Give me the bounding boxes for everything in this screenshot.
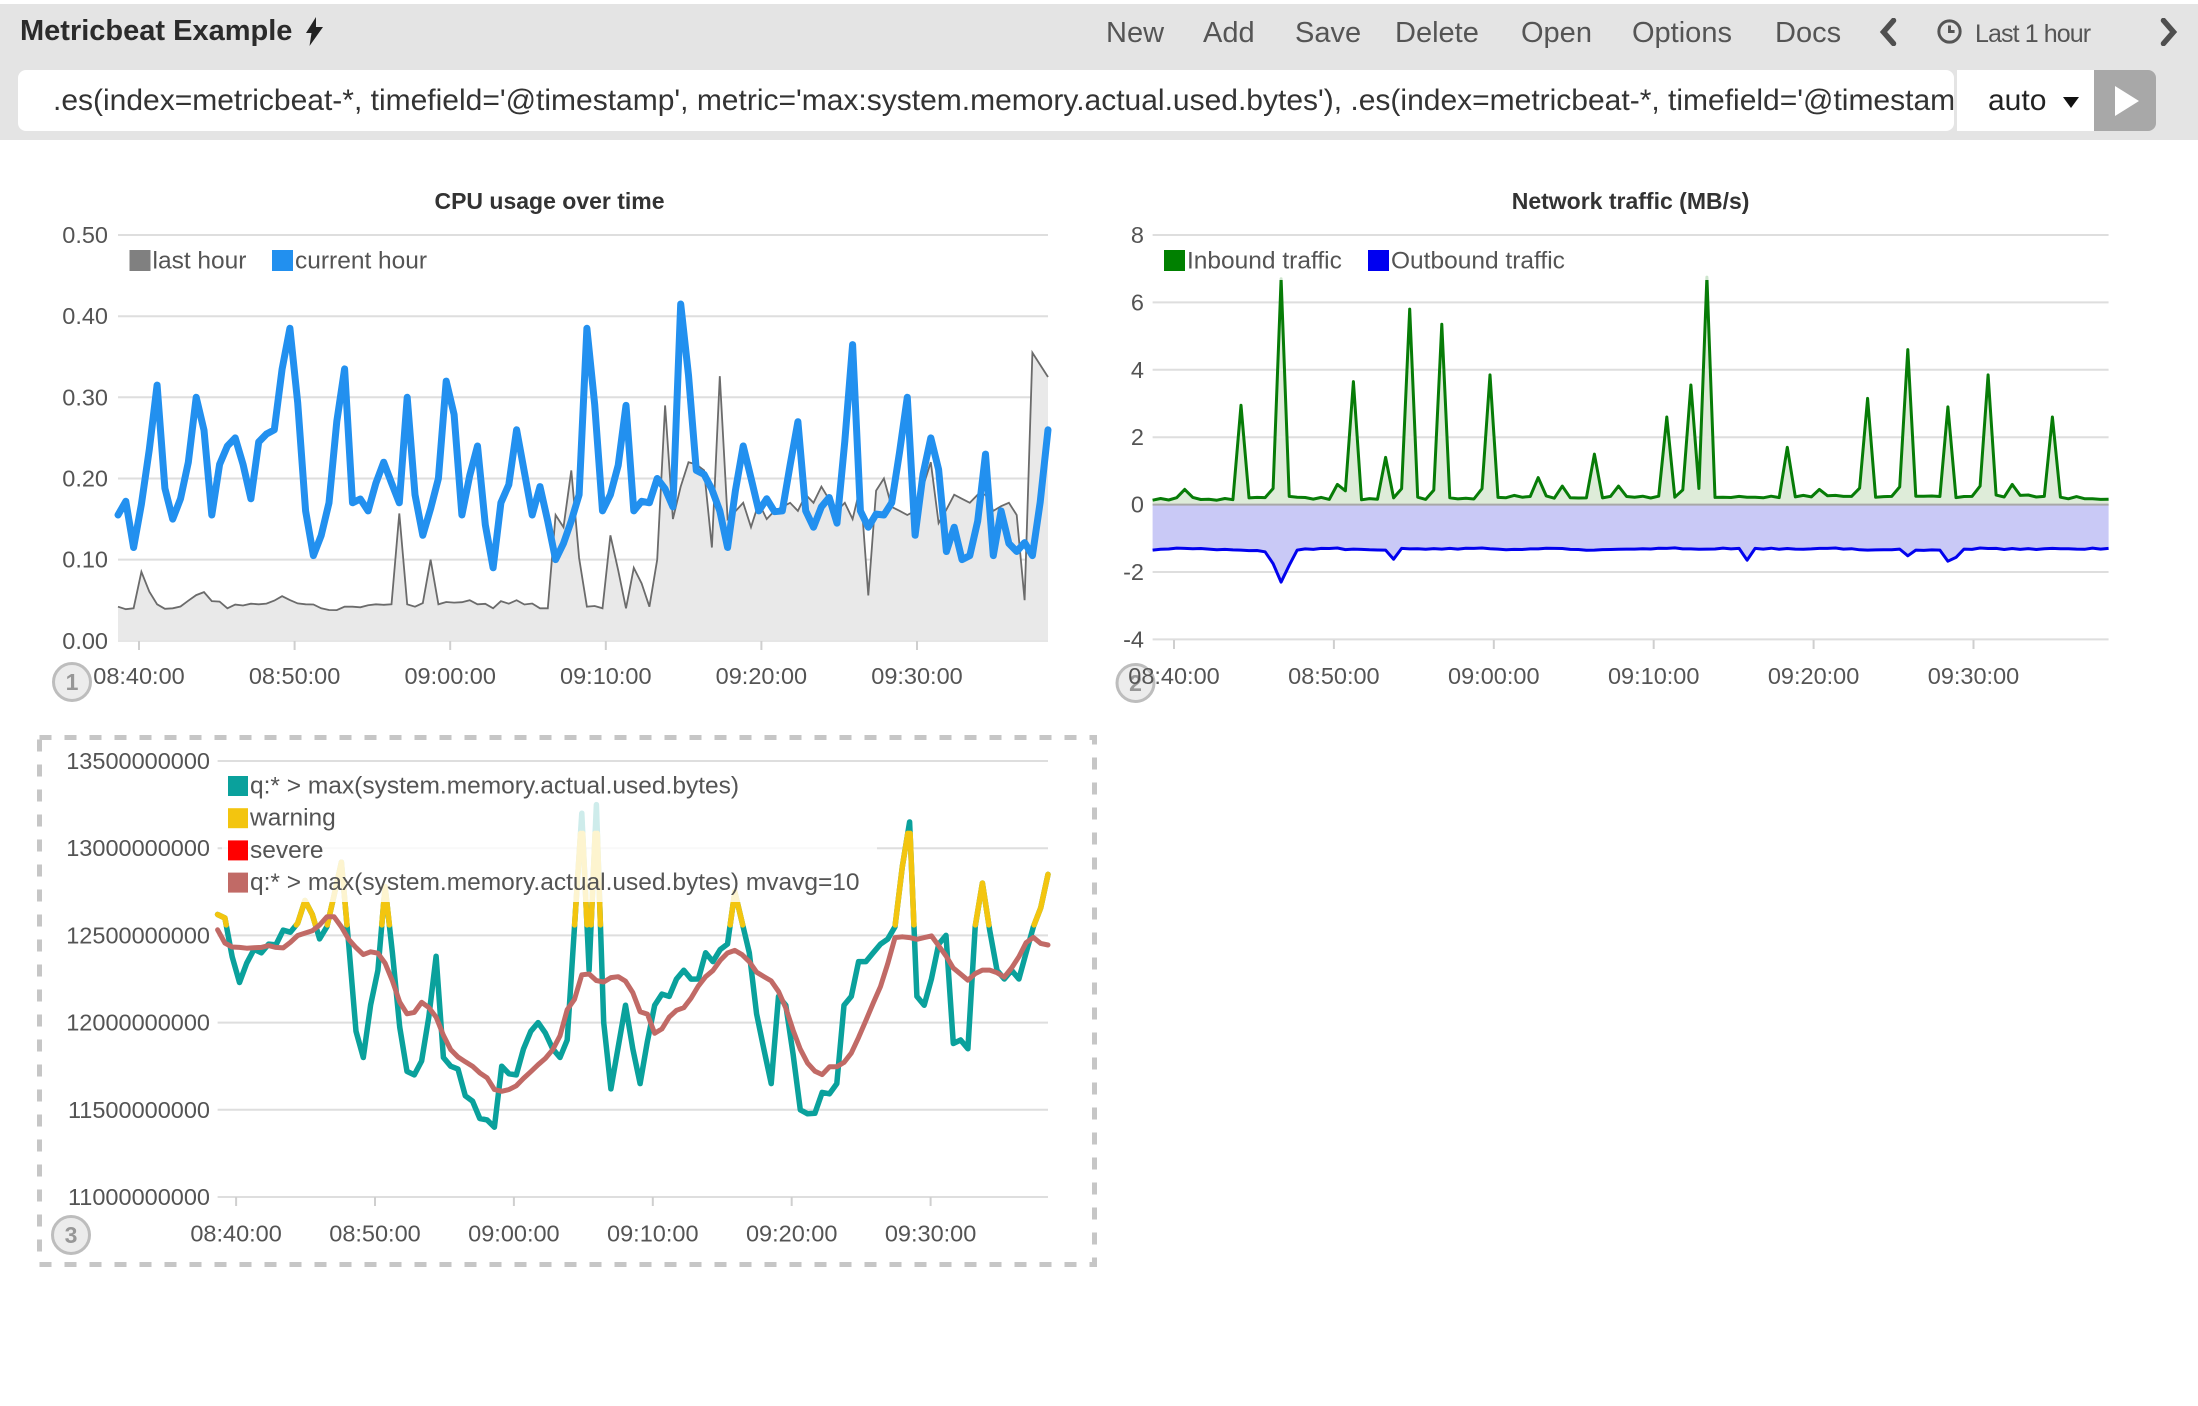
svg-text:09:30:00: 09:30:00 (885, 1221, 976, 1247)
svg-text:Outbound traffic: Outbound traffic (1391, 248, 1565, 275)
svg-text:CPU usage over time: CPU usage over time (434, 188, 664, 214)
svg-text:last hour: last hour (153, 248, 247, 275)
svg-text:11000000000: 11000000000 (68, 1184, 210, 1210)
svg-text:0.30: 0.30 (62, 384, 108, 410)
svg-text:8: 8 (1131, 222, 1144, 248)
svg-text:2: 2 (1131, 424, 1144, 450)
svg-text:08:50:00: 08:50:00 (1288, 663, 1379, 689)
svg-text:0.00: 0.00 (62, 628, 108, 654)
svg-text:09:30:00: 09:30:00 (1928, 663, 2019, 689)
svg-text:09:20:00: 09:20:00 (1768, 663, 1859, 689)
svg-text:08:40:00: 08:40:00 (190, 1221, 281, 1247)
svg-text:q:* > max(system.memory.actual: q:* > max(system.memory.actual.used.byte… (250, 773, 739, 800)
svg-text:warning: warning (249, 805, 336, 832)
svg-text:q:* > max(system.memory.actual: q:* > max(system.memory.actual.used.byte… (250, 869, 860, 896)
svg-text:13500000000: 13500000000 (66, 748, 210, 774)
svg-text:0.50: 0.50 (62, 222, 108, 248)
svg-text:current hour: current hour (295, 248, 427, 275)
svg-text:4: 4 (1131, 357, 1144, 383)
svg-text:-4: -4 (1123, 626, 1144, 652)
svg-text:Inbound traffic: Inbound traffic (1187, 248, 1342, 275)
svg-text:09:00:00: 09:00:00 (404, 663, 495, 689)
svg-text:09:30:00: 09:30:00 (871, 663, 962, 689)
svg-text:severe: severe (250, 837, 324, 864)
svg-text:0.20: 0.20 (62, 466, 108, 492)
svg-text:09:10:00: 09:10:00 (607, 1221, 698, 1247)
svg-text:1: 1 (66, 669, 79, 695)
svg-text:09:20:00: 09:20:00 (716, 663, 807, 689)
svg-text:12500000000: 12500000000 (66, 922, 210, 948)
svg-text:-2: -2 (1123, 559, 1144, 585)
svg-text:08:40:00: 08:40:00 (1128, 663, 1219, 689)
svg-text:09:10:00: 09:10:00 (560, 663, 651, 689)
svg-text:09:20:00: 09:20:00 (746, 1221, 837, 1247)
svg-text:Network traffic (MB/s): Network traffic (MB/s) (1512, 188, 1750, 214)
svg-text:11500000000: 11500000000 (68, 1097, 210, 1123)
svg-text:13000000000: 13000000000 (66, 835, 210, 861)
svg-text:09:00:00: 09:00:00 (1448, 663, 1539, 689)
svg-text:08:40:00: 08:40:00 (93, 663, 184, 689)
svg-text:0.10: 0.10 (62, 547, 108, 573)
svg-text:12000000000: 12000000000 (66, 1010, 210, 1036)
svg-text:0: 0 (1131, 492, 1144, 518)
svg-text:09:00:00: 09:00:00 (468, 1221, 559, 1247)
svg-text:08:50:00: 08:50:00 (329, 1221, 420, 1247)
svg-text:6: 6 (1131, 289, 1144, 315)
svg-text:08:50:00: 08:50:00 (249, 663, 340, 689)
svg-text:0.40: 0.40 (62, 303, 108, 329)
svg-text:3: 3 (65, 1222, 78, 1248)
svg-text:09:10:00: 09:10:00 (1608, 663, 1699, 689)
